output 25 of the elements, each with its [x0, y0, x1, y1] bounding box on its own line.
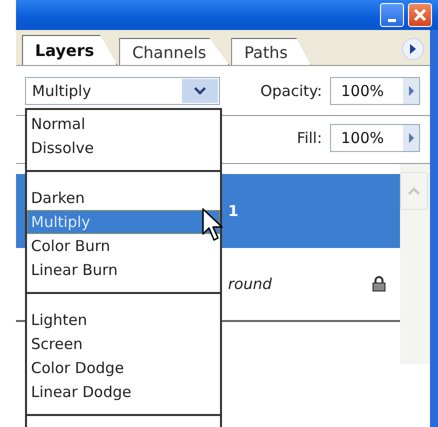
panel-tab[interactable]: Paths — [231, 38, 311, 65]
layer-name: round — [228, 275, 272, 293]
triangle-right-icon — [409, 44, 417, 54]
panel-tab[interactable]: Channels — [119, 38, 230, 65]
layer-name: 1 — [228, 202, 238, 220]
chevron-icon — [182, 79, 218, 103]
menu-item[interactable]: Lighten — [27, 308, 220, 332]
opacity-field[interactable]: 100% — [330, 77, 420, 105]
menu-item[interactable]: Darken — [27, 186, 220, 210]
blend-mode-dropdown[interactable]: Multiply — [25, 77, 220, 105]
fill-field[interactable]: 100% — [330, 124, 420, 152]
menu-item[interactable]: Normal — [27, 112, 220, 136]
panel-tab[interactable]: Layers — [22, 35, 118, 65]
opacity-label: Opacity: — [260, 82, 322, 100]
chevron-up-icon — [407, 186, 421, 196]
menu-item[interactable]: Linear Burn — [27, 258, 220, 282]
close-button[interactable] — [408, 3, 432, 27]
menu-item[interactable]: Color Dodge — [27, 356, 220, 380]
close-icon — [413, 8, 427, 22]
minimize-button[interactable] — [380, 3, 404, 27]
menu-item[interactable]: Linear Dodge — [27, 380, 220, 404]
fill-label: Fill: — [296, 129, 322, 147]
menu-item[interactable]: Dissolve — [27, 136, 220, 160]
panel-menu-button[interactable] — [402, 38, 424, 60]
menu-item[interactable]: Screen — [27, 332, 220, 356]
